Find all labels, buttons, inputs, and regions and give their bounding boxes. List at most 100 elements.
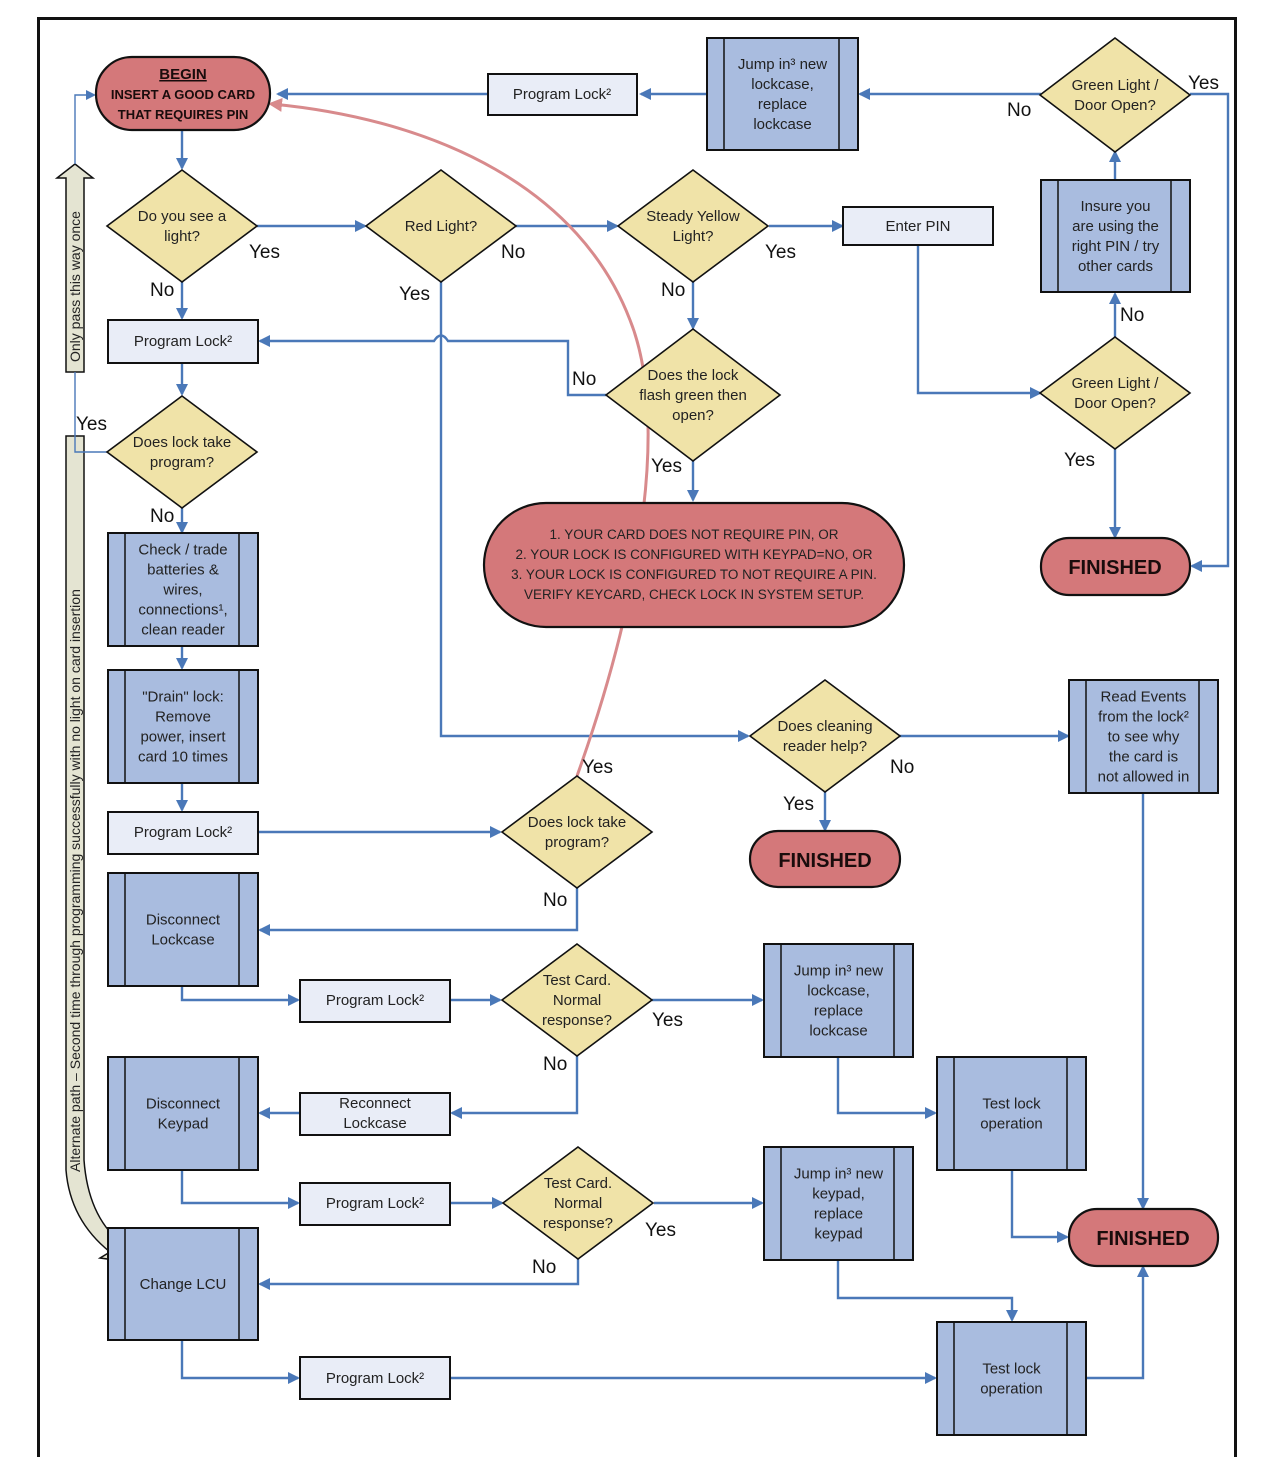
note-line-1: 1. Your card does not require PIN, or (549, 527, 838, 542)
node-label: are using the (1072, 218, 1159, 235)
finished-terminal-2[interactable]: Finished (748, 829, 902, 889)
label-yes: Yes (1064, 450, 1095, 471)
node-insure-pin[interactable]: Insure you are using the right PIN / try ot… (1040, 179, 1191, 293)
node-label: Disconnect (146, 1096, 221, 1113)
node-label: Read Events (1101, 689, 1187, 706)
node-label: flash green then (639, 387, 747, 404)
node-program-lock-3[interactable]: Program Lock² (107, 811, 259, 855)
node-label: Insure you (1080, 198, 1150, 215)
node-label: lockcase (753, 116, 811, 133)
node-label: Enter PIN (885, 218, 950, 235)
node-label: lockcase (809, 1023, 867, 1040)
label-no: No (532, 1257, 556, 1278)
node-label: Keypad (158, 1116, 209, 1133)
decision-green-light-top[interactable]: Green Light / Door Open? (1038, 36, 1192, 154)
label-no: No (150, 280, 174, 301)
node-label: Program Lock² (134, 824, 232, 841)
node-label: keypad, (812, 1186, 865, 1203)
node-check-batteries[interactable]: Check / trade batteries & wires, connection… (107, 532, 259, 647)
node-label: response? (542, 1012, 612, 1029)
decision-test-card-1[interactable]: Test Card. Normal response? (500, 943, 654, 1057)
node-label: Disconnect (146, 912, 221, 929)
only-once-label: Only pass this way once (67, 211, 83, 362)
label-yes: Yes (651, 456, 682, 477)
node-label: Do you see a (138, 208, 227, 225)
finished-label: Finished (778, 850, 871, 872)
node-label: Test lock (982, 1361, 1041, 1378)
node-label: Door Open? (1074, 97, 1156, 114)
node-label: "Drain" lock: (142, 689, 224, 706)
node-reconnect-lockcase[interactable]: Reconnect Lockcase (299, 1092, 451, 1136)
decision-lock-take-program-2[interactable]: Does lock take program? (500, 775, 654, 889)
node-label: Program Lock² (134, 333, 232, 350)
alternate-path-label: Alternate path – Second time through pro… (67, 589, 83, 1172)
decision-green-light-mid[interactable]: Green Light / Door Open? (1038, 336, 1192, 450)
label-no: No (150, 506, 174, 527)
note-line-2: 2. Your lock is configured with Keypad=N… (516, 547, 873, 562)
node-label: Program Lock² (326, 992, 424, 1009)
node-enter-pin[interactable]: Enter PIN (842, 206, 994, 246)
flowchart: Only pass this way once Alternate path –… (54, 36, 1230, 1436)
node-program-lock-2[interactable]: Program Lock² (107, 319, 259, 364)
node-disconnect-lockcase[interactable]: Disconnect Lockcase (107, 872, 259, 987)
label-yes: Yes (765, 242, 796, 263)
node-label: card 10 times (138, 749, 228, 766)
finished-label: Finished (1068, 557, 1161, 579)
node-program-lock-top[interactable]: Program Lock² (487, 73, 638, 116)
node-label: replace (814, 1206, 863, 1223)
node-label: Steady Yellow (646, 208, 740, 225)
node-jump-lockcase-top[interactable]: Jump in³ new lockcase, replace lockcase (706, 37, 859, 151)
label-yes: Yes (582, 757, 613, 778)
node-label: response? (543, 1215, 613, 1232)
node-test-lock-op-2[interactable]: Test lock operation (936, 1321, 1087, 1436)
node-label: Test lock (982, 1096, 1041, 1113)
decision-flash-green[interactable]: Does the lock flash green then open? (604, 327, 782, 463)
decision-red-light[interactable]: Red Light? (364, 169, 518, 283)
node-label: right PIN / try (1072, 238, 1160, 255)
label-no: No (890, 757, 914, 778)
node-program-lock-5[interactable]: Program Lock² (299, 1182, 451, 1226)
node-label: light? (164, 228, 200, 245)
node-disconnect-keypad[interactable]: Disconnect Keypad (107, 1056, 259, 1171)
node-label: Lockcase (343, 1115, 406, 1132)
node-label: Does the lock (648, 367, 739, 384)
begin-terminal[interactable]: BEGIN Insert a good card that requires P… (94, 55, 272, 132)
node-label: Does lock take (528, 814, 626, 831)
decision-cleaning-help[interactable]: Does cleaning reader help? (748, 679, 902, 793)
node-program-lock-6[interactable]: Program Lock² (299, 1356, 451, 1400)
begin-line-2: that requires PIN (118, 107, 249, 122)
node-jump-lockcase-bottom[interactable]: Jump in³ new lockcase, replace lockcase (763, 943, 914, 1058)
note-terminal[interactable]: 1. Your card does not require PIN, or 2.… (482, 501, 906, 629)
node-test-lock-op-1[interactable]: Test lock operation (936, 1056, 1087, 1171)
decision-test-card-2[interactable]: Test Card. Normal response? (501, 1146, 655, 1260)
node-change-lcu[interactable]: Change LCU (107, 1227, 259, 1341)
node-label: Normal (553, 992, 601, 1009)
decision-see-light[interactable]: Do you see a light? (105, 169, 259, 283)
label-no: No (543, 1054, 567, 1075)
node-label: Reconnect (339, 1095, 412, 1112)
node-label: Test Card. (544, 1175, 612, 1192)
node-label: Program Lock² (326, 1370, 424, 1387)
node-label: Test Card. (543, 972, 611, 989)
finished-terminal-1[interactable]: Finished (1039, 536, 1192, 597)
label-no: No (543, 890, 567, 911)
node-label: power, insert (140, 729, 226, 746)
node-program-lock-4[interactable]: Program Lock² (299, 979, 451, 1023)
node-drain-lock[interactable]: "Drain" lock: Remove power, insert card 10 … (107, 669, 259, 784)
decision-steady-yellow[interactable]: Steady Yellow Light? (616, 169, 770, 283)
node-label: clean reader (141, 622, 224, 639)
node-label: program? (545, 834, 609, 851)
node-label: open? (672, 407, 714, 424)
node-label: Change LCU (140, 1276, 227, 1293)
node-label: from the lock² (1098, 709, 1189, 726)
finished-terminal-3[interactable]: Finished (1067, 1207, 1220, 1268)
finished-label: Finished (1096, 1228, 1189, 1250)
label-yes: Yes (76, 414, 107, 435)
decision-lock-take-program-1[interactable]: Does lock take program? (105, 395, 259, 509)
node-jump-keypad[interactable]: Jump in³ new keypad, replace keypad (763, 1146, 914, 1261)
node-label: Check / trade (138, 542, 227, 559)
node-read-events[interactable]: Read Events from the lock² to see why the c… (1068, 679, 1219, 794)
node-label: Remove (155, 709, 211, 726)
node-label: replace (814, 1003, 863, 1020)
node-label: Green Light / (1072, 77, 1160, 94)
